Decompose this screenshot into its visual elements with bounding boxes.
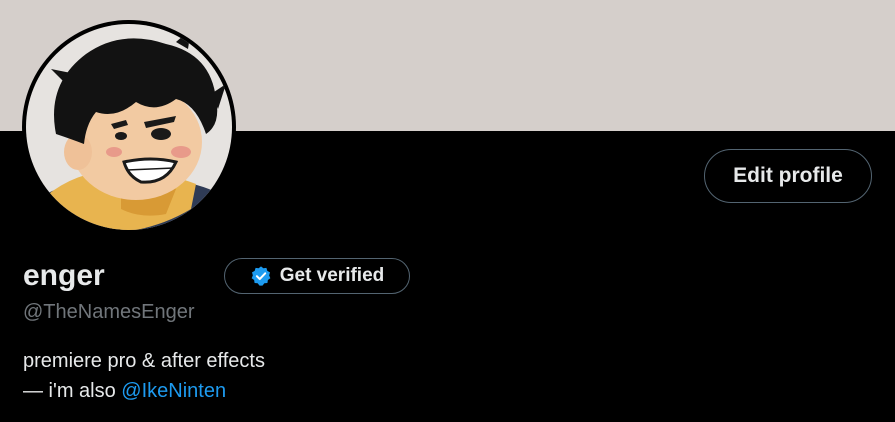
profile-header: Edit profile enger Get verified @TheName… — [0, 0, 895, 422]
bio-line-2-text: — i'm also — [23, 380, 122, 402]
avatar[interactable] — [26, 24, 232, 230]
edit-profile-label: Edit profile — [733, 164, 843, 187]
bio-line-1: premiere pro & after effects — [23, 350, 265, 372]
profile-bio: premiere pro & after effects — i'm also … — [23, 346, 265, 406]
avatar-illustration — [26, 24, 232, 230]
get-verified-label: Get verified — [279, 265, 385, 286]
bio-line-2: — i'm also @IkeNinten — [23, 376, 265, 406]
verified-badge-icon — [251, 266, 271, 286]
user-handle: @TheNamesEnger — [23, 301, 195, 323]
edit-profile-button[interactable]: Edit profile — [704, 149, 872, 203]
bio-mention-link[interactable]: @IkeNinten — [121, 380, 226, 402]
avatar-frame — [22, 20, 236, 234]
get-verified-button[interactable]: Get verified — [224, 258, 410, 294]
display-name: enger — [23, 259, 105, 292]
